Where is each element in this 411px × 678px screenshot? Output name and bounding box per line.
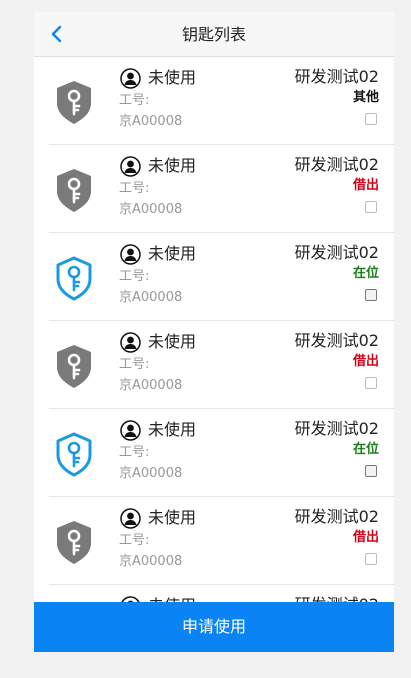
select-checkbox[interactable] (365, 377, 377, 389)
gray-key-shield-icon (57, 345, 91, 388)
employee-id-label: 工号: (119, 93, 150, 108)
key-state-badge: 在位 (352, 266, 379, 281)
employee-id-value: 京A00008 (119, 114, 183, 129)
page-title: 钥匙列表 (181, 25, 246, 44)
department-name: 研发测试02 (294, 419, 379, 438)
key-state-badge: 在位 (352, 442, 379, 457)
employee-id-value: 京A00008 (119, 554, 183, 569)
phone-screen: 钥匙列表 未使用 工号: 京A00008 研发测试02 其他 未使用 工号: 京A00008 研… (34, 12, 394, 652)
user-avatar-icon (120, 508, 141, 529)
key-state-badge: 其他 (352, 90, 379, 105)
key-list-item[interactable]: 未使用工号: 京A00008 研发测试02 借出 (49, 145, 394, 233)
key-list-item[interactable]: 未使用工号:京A00008研发测试02 (49, 585, 394, 602)
employee-id-label: 工号: (119, 445, 150, 460)
select-checkbox[interactable] (365, 201, 377, 213)
department-name: 研发测试02 (294, 155, 379, 174)
key-list: 未使用 工号: 京A00008 研发测试02 其他 未使用 工号: 京A00008 研发测试02… (34, 57, 394, 602)
apply-use-button[interactable]: 申请使用 (34, 602, 394, 652)
employee-id-label: 工号: (119, 269, 150, 284)
usage-status: 未使用 (148, 68, 197, 87)
key-list-item[interactable]: 未使用工号: 京A00008 研发测试02 在位 (49, 233, 394, 321)
department-name: 研发测试02 (295, 594, 379, 602)
department-name: 研发测试02 (294, 243, 379, 262)
gray-key-shield-icon (57, 81, 91, 124)
gray-key-shield-icon (57, 521, 91, 564)
key-state-badge: 借出 (352, 354, 379, 369)
user-avatar-icon (120, 244, 141, 265)
usage-status: 未使用 (148, 332, 197, 351)
employee-id-value: 京A00008 (119, 378, 183, 393)
usage-status: 未使用 (148, 156, 197, 175)
blue-key-shield-icon (56, 432, 92, 477)
user-avatar-icon (120, 156, 141, 177)
user-avatar-icon (120, 332, 141, 353)
employee-id-label: 工号: (119, 357, 150, 372)
employee-id-value: 京A00008 (119, 466, 183, 481)
gray-key-shield-icon (57, 169, 91, 212)
employee-id-label: 工号: (119, 533, 150, 548)
employee-id-label: 工号: (119, 181, 150, 196)
usage-status: 未使用 (148, 244, 197, 263)
select-checkbox[interactable] (365, 465, 377, 477)
key-state-badge: 借出 (352, 530, 379, 545)
usage-status: 未使用 (148, 420, 197, 439)
key-list-item[interactable]: 未使用工号: 京A00008 研发测试02 借出 (49, 321, 394, 409)
select-checkbox[interactable] (365, 113, 377, 125)
user-avatar-icon (120, 68, 141, 89)
select-checkbox[interactable] (365, 289, 377, 301)
blue-key-shield-icon (56, 256, 92, 301)
department-name: 研发测试02 (294, 331, 379, 350)
nav-bar: 钥匙列表 (34, 12, 394, 57)
key-state-badge: 借出 (352, 178, 379, 193)
department-name: 研发测试02 (294, 67, 379, 86)
usage-status: 未使用 (148, 595, 196, 602)
select-checkbox[interactable] (365, 553, 377, 565)
department-name: 研发测试02 (294, 507, 379, 526)
key-list-item[interactable]: 未使用工号: 京A00008 研发测试02 在位 (49, 409, 394, 497)
key-list-item[interactable]: 未使用工号: 京A00008 研发测试02 其他 (49, 57, 394, 145)
key-list-item[interactable]: 未使用工号: 京A00008 研发测试02 借出 (49, 497, 394, 585)
employee-id-value: 京A00008 (119, 290, 183, 305)
usage-status: 未使用 (148, 508, 197, 527)
user-avatar-icon (120, 420, 141, 441)
employee-id-value: 京A00008 (119, 202, 183, 217)
